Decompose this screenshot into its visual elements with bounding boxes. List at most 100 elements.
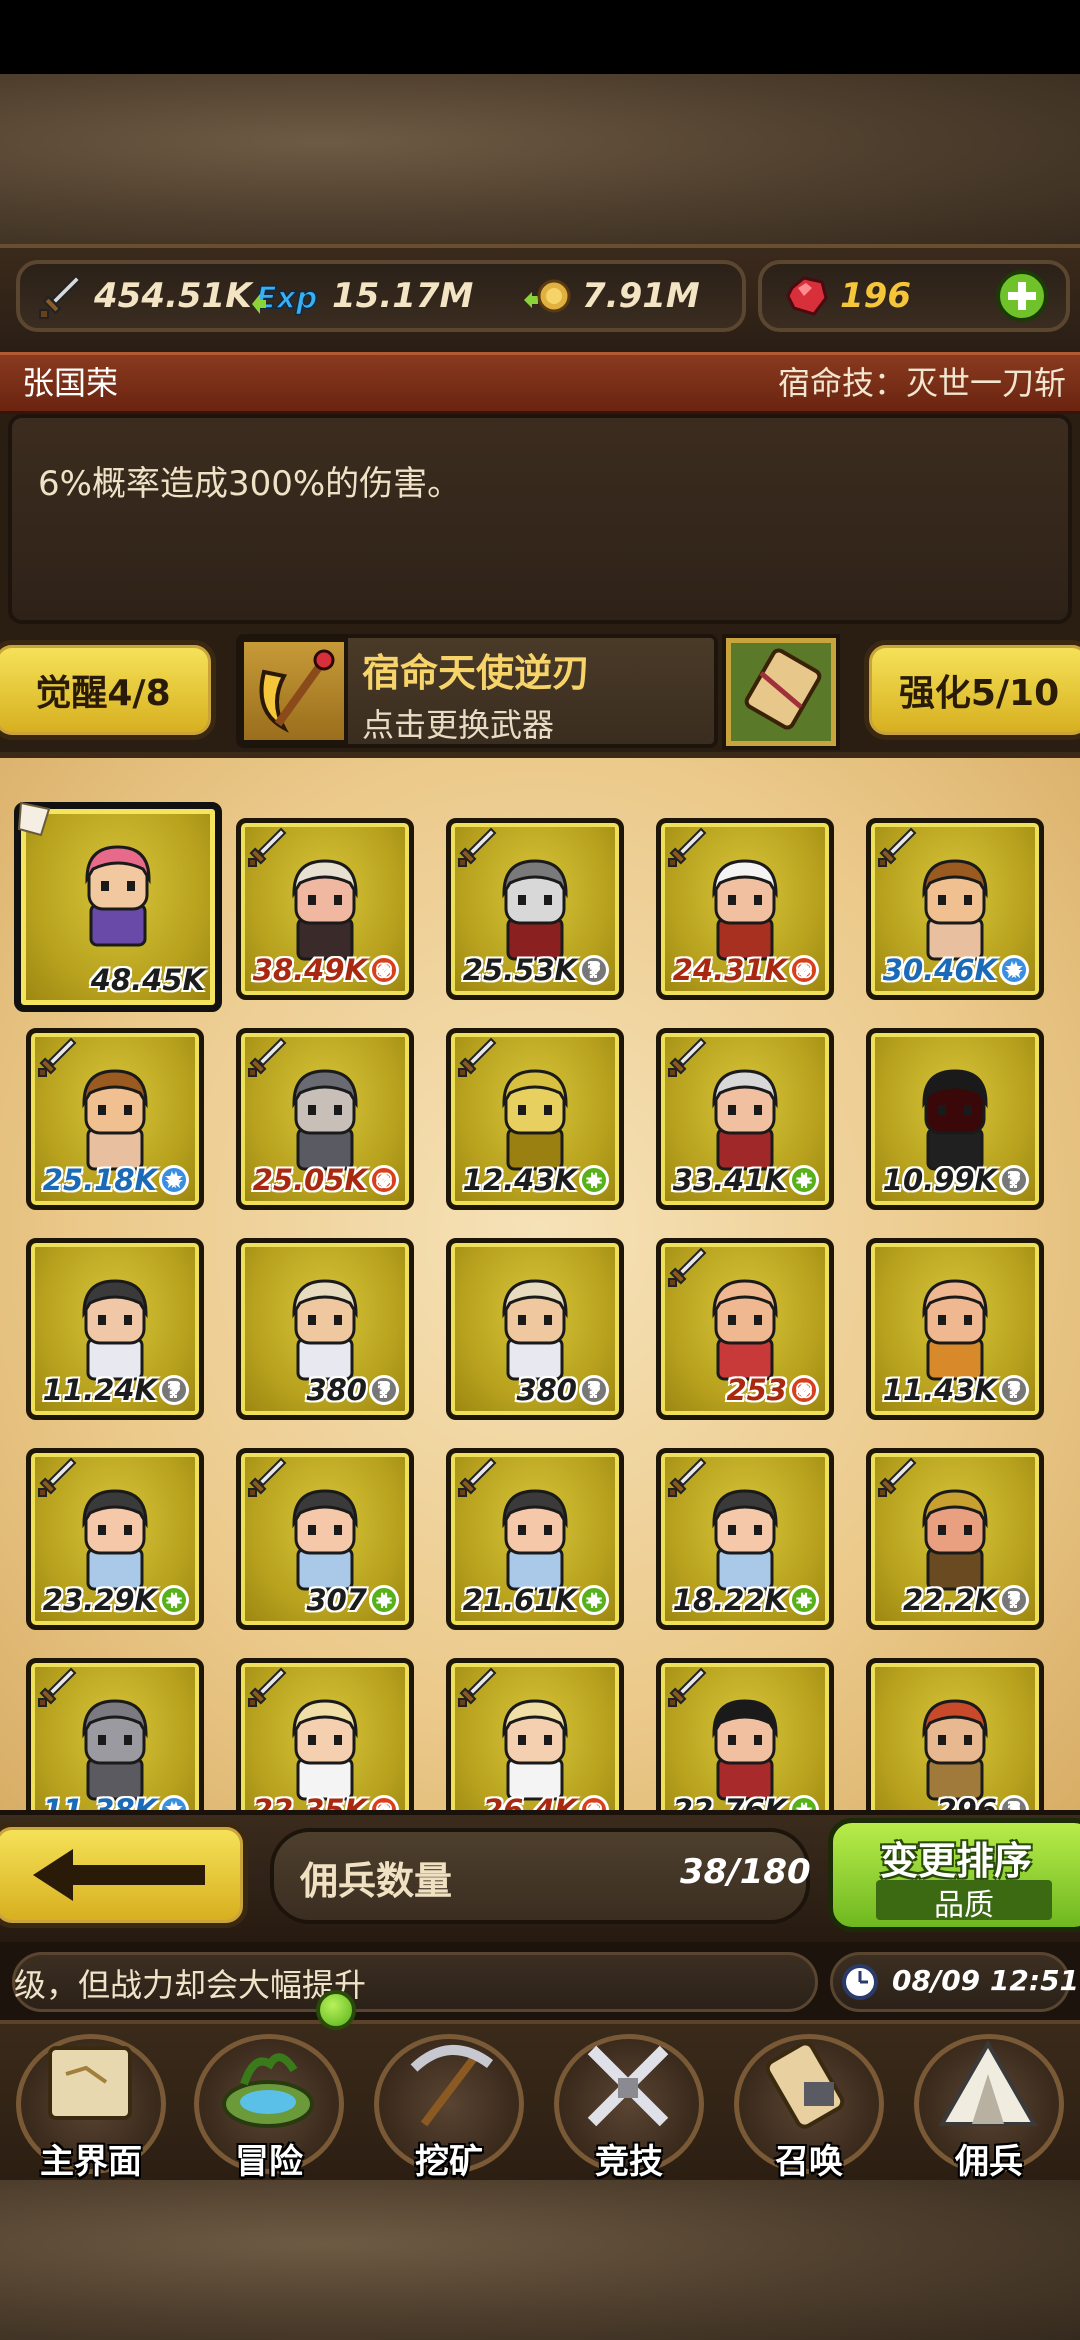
- mercenary-card[interactable]: 22.76K +: [656, 1658, 834, 1810]
- power-label: 23.29K +: [43, 1583, 189, 1617]
- nav-summon-scroll[interactable]: 召唤: [724, 2024, 894, 2182]
- power-label: 33.41K +: [673, 1163, 819, 1197]
- mercenary-card[interactable]: 38.49K ⊘: [236, 818, 414, 1000]
- skill-description-panel: [8, 414, 1072, 624]
- mercenary-portrait: [502, 1699, 568, 1801]
- mercenary-card[interactable]: 296?: [866, 1658, 1044, 1810]
- clock-time: 08/09 12:51: [892, 1964, 1080, 1997]
- nav-pickaxe[interactable]: 挖矿: [364, 2024, 534, 2182]
- power-value: 22.35K: [252, 1793, 367, 1810]
- mercenary-card[interactable]: 380?: [236, 1238, 414, 1420]
- power-label: 18.22K +: [673, 1583, 819, 1617]
- mercenary-card[interactable]: 33.41K +: [656, 1028, 834, 1210]
- mercenary-portrait: [292, 859, 358, 961]
- mercenary-portrait: [82, 1699, 148, 1801]
- mercenary-portrait: [502, 1279, 568, 1381]
- sort-mode-label: 品质: [934, 1888, 994, 1923]
- element-badge-icon: +: [789, 1795, 819, 1810]
- power-label: 22.76K +: [673, 1793, 819, 1810]
- mercenary-card[interactable]: 11.24K?: [26, 1238, 204, 1420]
- power-label: 380?: [516, 1373, 609, 1407]
- mercenary-card[interactable]: 23.29K +: [26, 1448, 204, 1630]
- mercenary-card[interactable]: 24.31K ⊘: [656, 818, 834, 1000]
- mercenary-card[interactable]: 12.43K +: [446, 1028, 624, 1210]
- back-button[interactable]: [0, 1822, 248, 1928]
- mercenary-portrait: [712, 859, 778, 961]
- mercenary-card[interactable]: 380?: [446, 1238, 624, 1420]
- mercenary-card[interactable]: 18.22K +: [656, 1448, 834, 1630]
- map-scroll-icon: [48, 2046, 132, 2120]
- power-label: 25.18K ★: [43, 1163, 189, 1197]
- mercenary-portrait: [712, 1489, 778, 1591]
- power-value: 11.43K: [882, 1373, 997, 1407]
- mercenary-card[interactable]: 22.35K ⊘: [236, 1658, 414, 1810]
- mercenary-card[interactable]: 26.4K ⊘: [446, 1658, 624, 1810]
- mercenary-count-value: 38/180: [680, 1852, 811, 1892]
- bottom-background: [0, 2180, 1080, 2340]
- attack-value: 454.51K: [94, 276, 252, 316]
- power-label: 38.49K ⊘: [253, 953, 399, 987]
- nav-label: 挖矿: [415, 2142, 483, 2182]
- mercenary-portrait: [922, 1279, 988, 1381]
- power-label: 296?: [936, 1793, 1029, 1810]
- mercenary-card[interactable]: 22.2K?: [866, 1448, 1044, 1630]
- mercenary-card[interactable]: 307 +: [236, 1448, 414, 1630]
- gem-resource: 196: [784, 272, 911, 320]
- element-badge-icon: +: [789, 1585, 819, 1615]
- sort-button-label: 变更排序: [880, 1839, 1033, 1883]
- summon-scroll-icon: [765, 2041, 845, 2129]
- power-value: 25.53K: [462, 953, 577, 987]
- gold-value: 7.91M: [582, 276, 700, 316]
- enhance-button[interactable]: 强化5/10: [864, 640, 1080, 740]
- mercenary-card[interactable]: 10.99K?: [866, 1028, 1044, 1210]
- nav-tent[interactable]: 佣兵: [904, 2024, 1074, 2182]
- mercenary-portrait: [85, 845, 151, 947]
- power-value: 18.22K: [672, 1583, 787, 1617]
- nav-crossed-swords[interactable]: 竞技: [544, 2024, 714, 2182]
- back-arrow-icon: [33, 1849, 205, 1901]
- power-value: 33.41K: [672, 1163, 787, 1197]
- mercenary-card[interactable]: 11.43K?: [866, 1238, 1044, 1420]
- power-value: 380: [306, 1373, 367, 1407]
- element-badge-icon: +: [369, 1585, 399, 1615]
- power-value: 21.61K: [462, 1583, 577, 1617]
- element-badge-icon: ?: [999, 1795, 1029, 1810]
- nav-island[interactable]: 冒险: [184, 2024, 354, 2182]
- enhance-label: 强化5/10: [898, 673, 1060, 714]
- mercenary-card[interactable]: 25.05K ⊘: [236, 1028, 414, 1210]
- power-label: 11.43K?: [883, 1373, 1029, 1407]
- nav-label: 召唤: [775, 2142, 843, 2182]
- element-badge-icon: +: [579, 1165, 609, 1195]
- mercenary-card[interactable]: 25.18K ★: [26, 1028, 204, 1210]
- mercenary-card[interactable]: 25.53K?: [446, 818, 624, 1000]
- mercenary-portrait: [292, 1699, 358, 1801]
- scroll-slot[interactable]: [722, 634, 840, 750]
- weapon-slot[interactable]: [240, 638, 348, 744]
- awaken-label: 觉醒4/8: [35, 673, 171, 714]
- mercenary-card[interactable]: 30.46K ★: [866, 818, 1044, 1000]
- power-value: 307: [306, 1583, 367, 1617]
- gem-value: 196: [840, 276, 911, 316]
- power-label: 25.53K?: [463, 953, 609, 987]
- element-badge-icon: ?: [579, 955, 609, 985]
- mercenary-card-selected[interactable]: 48.45K: [14, 801, 222, 1012]
- mercenary-portrait: [292, 1279, 358, 1381]
- power-label: 307 +: [306, 1583, 399, 1617]
- element-badge-icon: ⊘: [369, 955, 399, 985]
- exp-resource: Exp 15.17M: [250, 272, 473, 320]
- element-badge-icon: ?: [999, 1375, 1029, 1405]
- power-value: 11.24K: [42, 1373, 157, 1407]
- mercenary-card[interactable]: 11.38K ★: [26, 1658, 204, 1810]
- element-badge-icon: ?: [159, 1375, 189, 1405]
- power-label: 11.38K ★: [43, 1793, 189, 1810]
- awaken-button[interactable]: 觉醒4/8: [0, 640, 216, 740]
- mercenary-card[interactable]: 21.61K +: [446, 1448, 624, 1630]
- nav-label: 佣兵: [955, 2142, 1023, 2182]
- add-gems-button[interactable]: [994, 268, 1050, 324]
- mercenary-portrait: [922, 859, 988, 961]
- gold-resource: 7.91M: [522, 272, 700, 320]
- mercenary-card[interactable]: 253 ⊘: [656, 1238, 834, 1420]
- power-value: 380: [516, 1373, 577, 1407]
- nav-map-scroll[interactable]: 主界面: [6, 2024, 176, 2182]
- nav-label: 冒险: [235, 2142, 303, 2182]
